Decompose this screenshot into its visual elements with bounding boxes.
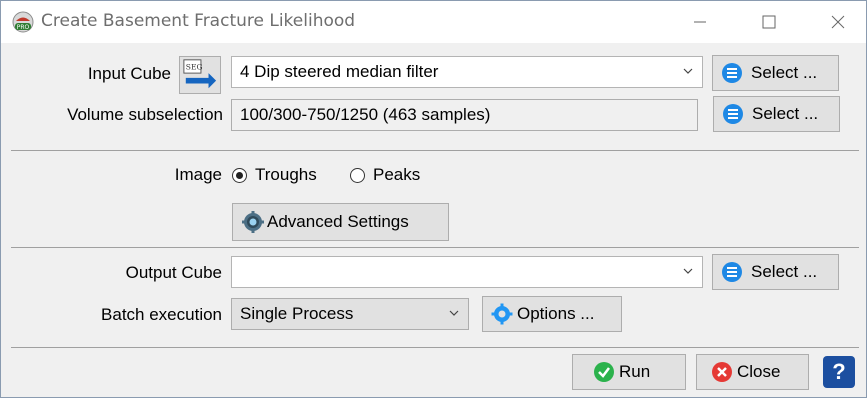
close-window-button[interactable] — [815, 7, 861, 37]
close-button[interactable]: Close — [696, 354, 809, 390]
gear-icon — [242, 211, 264, 233]
input-cube-label: Input Cube — [87, 64, 171, 83]
troughs-label: Troughs — [255, 165, 317, 184]
subselection-select-button[interactable]: Select ... — [713, 96, 840, 132]
maximize-button[interactable] — [746, 7, 792, 37]
output-cube-select[interactable] — [231, 256, 703, 288]
svg-text:SEG: SEG — [186, 62, 203, 71]
peaks-label: Peaks — [373, 165, 421, 184]
subselection-select-label: Select ... — [752, 104, 819, 123]
options-label: Options ... — [517, 304, 595, 323]
peaks-radio[interactable]: Peaks — [350, 165, 420, 185]
window-title: Create Basement Fracture Likelihood — [41, 11, 356, 31]
maximize-icon — [762, 15, 776, 29]
output-select-button[interactable]: Select ... — [712, 254, 839, 290]
close-icon — [831, 15, 845, 29]
radio-checked-icon — [232, 167, 247, 183]
radio-unchecked-icon — [350, 167, 365, 183]
chevron-down-icon — [683, 68, 693, 74]
select-icon — [722, 262, 742, 282]
batch-execution-select[interactable]: Single Process — [231, 298, 469, 330]
batch-execution-value: Single Process — [240, 304, 354, 323]
seg-import-icon[interactable]: SEG — [179, 56, 221, 94]
minimize-icon — [694, 21, 706, 23]
batch-execution-label: Batch execution — [101, 305, 222, 324]
divider — [11, 150, 859, 151]
run-label: Run — [619, 362, 651, 381]
dialog-window: PRO Create Basement Fracture Likelihood … — [0, 0, 867, 398]
troughs-radio[interactable]: Troughs — [232, 165, 317, 185]
help-icon: ? — [832, 359, 846, 384]
select-icon — [722, 63, 742, 83]
run-button[interactable]: Run — [572, 354, 686, 390]
divider — [11, 247, 859, 248]
minimize-button[interactable] — [677, 7, 723, 37]
close-circle-icon — [712, 362, 732, 382]
input-cube-select[interactable]: 4 Dip steered median filter — [231, 56, 703, 88]
check-icon — [594, 362, 614, 382]
options-button[interactable]: Options ... — [482, 296, 622, 332]
output-select-label: Select ... — [751, 262, 818, 281]
help-button[interactable]: ? — [823, 356, 855, 388]
volume-subselection-field: 100/300-750/1250 (463 samples) — [231, 99, 698, 131]
close-label: Close — [737, 362, 781, 381]
title-bar: PRO Create Basement Fracture Likelihood — [1, 1, 866, 43]
input-cube-value: 4 Dip steered median filter — [240, 62, 439, 81]
input-select-button[interactable]: Select ... — [712, 55, 839, 91]
opendtect-pro-icon: PRO — [12, 11, 34, 33]
svg-text:PRO: PRO — [17, 24, 30, 31]
select-icon — [723, 104, 743, 124]
image-label: Image — [174, 165, 222, 184]
volume-subselection-value: 100/300-750/1250 (463 samples) — [240, 105, 491, 124]
input-select-label: Select ... — [751, 63, 818, 82]
advanced-settings-button[interactable]: Advanced Settings — [232, 203, 449, 241]
chevron-down-icon — [683, 268, 693, 274]
output-cube-label: Output Cube — [125, 263, 222, 282]
chevron-down-icon — [449, 310, 459, 316]
volume-subselection-label: Volume subselection — [67, 105, 223, 124]
advanced-settings-label: Advanced Settings — [267, 212, 409, 231]
gear-icon — [491, 303, 513, 325]
divider — [11, 347, 859, 348]
